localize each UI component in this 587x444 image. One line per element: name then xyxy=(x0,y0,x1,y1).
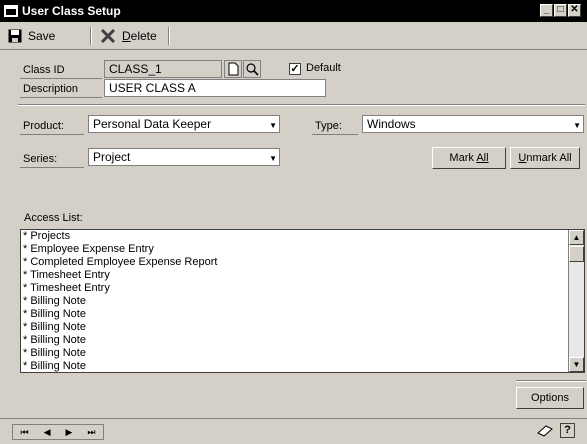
class-id-field[interactable]: CLASS_1 xyxy=(104,60,222,78)
type-dropdown[interactable]: Windows ▼ xyxy=(362,115,584,133)
delete-label-rest: elete xyxy=(130,29,157,43)
unmark-all-button[interactable]: Unmark All xyxy=(510,147,580,169)
scroll-thumb[interactable] xyxy=(569,246,584,262)
dropdown-arrow-icon: ▼ xyxy=(269,121,277,130)
floppy-disk-icon xyxy=(8,29,22,43)
product-dropdown[interactable]: Personal Data Keeper ▼ xyxy=(88,115,280,133)
list-item[interactable]: * Employee Expense Entry xyxy=(21,243,584,256)
minimize-button[interactable]: _ xyxy=(540,4,553,17)
delete-button[interactable]: Delete xyxy=(100,26,157,46)
close-button[interactable]: ✕ xyxy=(568,4,581,17)
list-item[interactable]: * Billing Note xyxy=(21,360,584,372)
divider xyxy=(18,104,585,106)
list-item[interactable]: * Projects xyxy=(21,230,584,243)
mark-all-label-b: All xyxy=(476,152,489,164)
list-item[interactable]: * Billing Note xyxy=(21,321,584,334)
description-field[interactable]: USER CLASS A xyxy=(104,79,326,97)
access-list-label: Access List: xyxy=(24,212,83,224)
save-label: Save xyxy=(28,29,56,43)
save-button[interactable]: Save xyxy=(8,26,55,46)
help-icon[interactable]: ? xyxy=(560,423,575,438)
toolbar-separator xyxy=(168,27,170,45)
series-label: Series: xyxy=(20,150,84,168)
dropdown-arrow-icon: ▼ xyxy=(573,121,581,130)
type-label: Type: xyxy=(312,117,358,135)
options-button[interactable]: Options xyxy=(516,387,584,409)
note-icon[interactable] xyxy=(536,424,554,438)
series-dropdown[interactable]: Project ▼ xyxy=(88,148,280,166)
window-title: User Class Setup xyxy=(22,4,121,18)
list-item[interactable]: * Timesheet Entry xyxy=(21,269,584,282)
access-list[interactable]: * Projects * Employee Expense Entry * Comp… xyxy=(20,229,585,373)
delete-label-accel: D xyxy=(122,29,131,43)
last-record-button[interactable]: ⏭ xyxy=(87,427,95,438)
maximize-button[interactable]: □ xyxy=(554,4,567,17)
title-bar: User Class Setup _ □ ✕ xyxy=(0,0,587,22)
toolbar-separator xyxy=(90,27,92,45)
list-item[interactable]: * Timesheet Entry xyxy=(21,282,584,295)
toolbar: Save Delete xyxy=(0,22,587,50)
delete-label: Delete xyxy=(122,29,157,43)
mark-all-button[interactable]: Mark All xyxy=(432,147,506,169)
list-item[interactable]: * Billing Note xyxy=(21,347,584,360)
product-value: Personal Data Keeper xyxy=(93,117,212,131)
class-id-label: Class ID xyxy=(20,61,102,79)
scroll-up-button[interactable]: ▲ xyxy=(569,230,584,245)
series-value: Project xyxy=(93,150,131,164)
magnifier-icon xyxy=(246,63,259,76)
unmark-all-label-b: nmark All xyxy=(526,152,572,164)
lookup-button[interactable] xyxy=(243,60,261,78)
next-record-button[interactable]: ▶ xyxy=(65,427,72,438)
list-item[interactable]: * Billing Note xyxy=(21,308,584,321)
default-label: Default xyxy=(306,62,341,74)
list-item[interactable]: * Completed Employee Expense Report xyxy=(21,256,584,269)
description-label: Description xyxy=(20,80,102,98)
product-label: Product: xyxy=(20,117,84,135)
access-list-items: * Projects * Employee Expense Entry * Comp… xyxy=(21,230,584,372)
status-bar: ⏮ ◀ ▶ ⏭ ? xyxy=(0,418,587,444)
first-record-button[interactable]: ⏮ xyxy=(20,427,28,438)
scroll-down-button[interactable]: ▼ xyxy=(569,357,584,372)
previous-record-button[interactable]: ◀ xyxy=(44,427,51,438)
default-checkbox[interactable]: ✓ xyxy=(289,63,301,75)
list-item[interactable]: * Billing Note xyxy=(21,295,584,308)
list-item[interactable]: * Billing Note xyxy=(21,334,584,347)
document-icon xyxy=(228,62,239,76)
vertical-scrollbar[interactable]: ▲ ▼ xyxy=(568,230,584,372)
mark-all-label-a: Mark xyxy=(449,152,477,164)
divider xyxy=(516,380,586,382)
type-value: Windows xyxy=(367,117,416,131)
window-icon xyxy=(4,5,18,17)
delete-x-icon xyxy=(100,29,116,43)
record-navigator: ⏮ ◀ ▶ ⏭ xyxy=(12,424,104,440)
dropdown-arrow-icon: ▼ xyxy=(269,154,277,163)
new-document-button[interactable] xyxy=(224,60,242,78)
